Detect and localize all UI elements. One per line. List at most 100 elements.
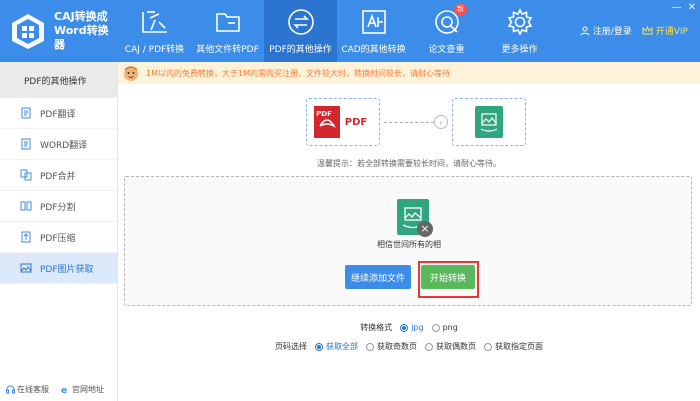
notice-text: 1M以内的免费转换，大于1M的需购买注册，文件较大时，转换时间较长，请耐心等待 xyxy=(146,68,450,78)
new-badge: 新 xyxy=(454,4,467,15)
sidebar-item-label: PDF翻译 xyxy=(40,109,76,120)
document-icon xyxy=(21,107,31,119)
nav-other-to-pdf[interactable]: 其他文件转PDF xyxy=(191,0,264,62)
nav-cad-ops[interactable]: CAD的其他转换 xyxy=(337,0,410,62)
top-bar: CAJ转换成 Word转换 器 CAJ / PDF转换 其他文件转PDF PDF… xyxy=(0,0,700,62)
option-label: jpg xyxy=(411,323,424,332)
option-label: 获取全部 xyxy=(326,342,358,351)
vip-link[interactable]: 开通VIP xyxy=(642,24,688,37)
nav-label: 其他文件转PDF xyxy=(196,45,259,55)
app-title: CAJ转换成 Word转换 器 xyxy=(54,10,109,51)
nav-more-ops[interactable]: 更多操作 xyxy=(483,0,556,62)
radio-button[interactable] xyxy=(315,342,323,351)
format-label: 转换格式 xyxy=(360,323,393,332)
add-more-files-button[interactable]: 继续添加文件 xyxy=(345,265,411,289)
nav-label: 论文查重 xyxy=(428,45,465,55)
file-drop-zone[interactable]: × 相信世间所有的相 继续添加文件 开始转换 xyxy=(124,176,692,306)
vip-label: 开通VIP xyxy=(655,27,688,37)
sidebar: PDF的其他操作 PDF翻译 WORD翻译 PDF合并 PDF分割 PDF压缩 … xyxy=(0,62,118,401)
app-logo-icon xyxy=(12,14,44,49)
sidebar-item-label: PDF压缩 xyxy=(40,233,76,244)
start-button-highlight xyxy=(418,261,479,298)
arrow-right-icon: › xyxy=(434,115,448,129)
file-name: 相信世间所有的相 xyxy=(377,240,441,249)
headset-icon xyxy=(6,385,15,394)
sidebar-item-label: PDF合并 xyxy=(40,171,76,182)
conversion-tip: 温馨提示：若全部转换需要较长时间，请耐心等待。 xyxy=(317,159,501,168)
notice-bar: 1M以内的免费转换，大于1M的需购买注册，文件较大时，转换时间较长，请耐心等待 xyxy=(118,62,700,84)
minimize-icon[interactable]: — xyxy=(672,2,682,13)
format-options: 转换格式 jpg png xyxy=(118,322,700,333)
source-format-box: PDF PDF xyxy=(306,98,380,146)
nav-label: 更多操作 xyxy=(501,45,538,55)
nav-label: CAJ / PDF转换 xyxy=(124,45,185,55)
option-label: 获取偶数页 xyxy=(436,342,476,351)
split-icon xyxy=(20,201,32,211)
exchange-icon xyxy=(287,9,314,35)
website-label: 官网地址 xyxy=(72,385,104,394)
sidebar-item-pdf-merge[interactable]: PDF合并 xyxy=(0,160,117,191)
radio-button[interactable] xyxy=(484,342,492,351)
image-icon xyxy=(20,263,32,273)
brand: CAJ转换成 Word转换 器 xyxy=(0,0,118,62)
nav-plagiarism-check[interactable]: 新 论文查重 xyxy=(410,0,483,62)
format-option-jpg[interactable]: jpg xyxy=(400,323,424,332)
radio-button[interactable] xyxy=(400,323,409,332)
nav-label: CAD的其他转换 xyxy=(341,45,406,55)
crown-icon xyxy=(642,25,653,34)
window-controls: — ✕ xyxy=(672,2,696,13)
page-option-specific[interactable]: 获取指定页面 xyxy=(484,341,543,352)
online-service-label: 在线客服 xyxy=(17,385,49,394)
target-format-box xyxy=(452,98,526,146)
online-service-link[interactable]: 在线客服 xyxy=(6,384,49,395)
svg-text:e: e xyxy=(61,386,67,394)
option-label: 获取奇数页 xyxy=(377,342,417,351)
radio-button[interactable] xyxy=(431,323,440,332)
radio-button[interactable] xyxy=(366,342,374,351)
document-icon xyxy=(21,138,31,150)
page-option-odd[interactable]: 获取奇数页 xyxy=(366,341,417,352)
gear-icon xyxy=(507,8,532,36)
sidebar-item-word-translate[interactable]: WORD翻译 xyxy=(0,129,117,160)
login-label: 注册/登录 xyxy=(592,27,632,37)
close-icon[interactable]: ✕ xyxy=(688,2,696,13)
sidebar-item-label: PDF图片获取 xyxy=(40,264,94,275)
sidebar-item-label: PDF分割 xyxy=(40,202,76,213)
page-option-even[interactable]: 获取偶数页 xyxy=(425,341,476,352)
flow-connector xyxy=(384,121,434,123)
cad-icon xyxy=(361,10,386,34)
radio-button[interactable] xyxy=(425,342,433,351)
user-icon xyxy=(580,26,590,36)
compress-icon xyxy=(21,231,31,243)
sidebar-item-pdf-split[interactable]: PDF分割 xyxy=(0,191,117,222)
page-options: 页码选择 获取全部 获取奇数页 获取偶数页 获取指定页面 xyxy=(118,341,700,352)
sidebar-item-pdf-translate[interactable]: PDF翻译 xyxy=(0,98,117,129)
source-format-label: PDF xyxy=(344,116,368,128)
ie-icon: e xyxy=(61,386,67,394)
folder-icon xyxy=(215,13,240,32)
option-label: 获取指定页面 xyxy=(495,342,543,351)
format-option-png[interactable]: png xyxy=(431,323,458,332)
sidebar-header: PDF的其他操作 xyxy=(0,62,117,98)
merge-icon xyxy=(20,169,32,181)
mascot-icon xyxy=(124,66,138,81)
sidebar-item-pdf-image-extract[interactable]: PDF图片获取 xyxy=(0,253,117,284)
sidebar-footer: 在线客服 e 官网地址 xyxy=(6,384,104,395)
nav-label: PDF的其他操作 xyxy=(269,45,332,55)
website-link[interactable]: e 官网地址 xyxy=(61,384,104,395)
main-nav: CAJ / PDF转换 其他文件转PDF PDF的其他操作 CAD的其他转换 新 xyxy=(118,0,556,62)
image-file-icon xyxy=(475,106,503,138)
page-option-all[interactable]: 获取全部 xyxy=(315,341,358,352)
remove-file-icon[interactable]: × xyxy=(417,221,433,237)
pages-label: 页码选择 xyxy=(275,342,307,351)
sidebar-item-label: WORD翻译 xyxy=(40,140,88,151)
caj-pdf-icon xyxy=(141,11,167,33)
pdf-small-label: PDF xyxy=(316,110,332,118)
sidebar-item-pdf-compress[interactable]: PDF压缩 xyxy=(0,222,117,253)
conversion-flow: PDF PDF › xyxy=(306,98,526,146)
login-link[interactable]: 注册/登录 xyxy=(580,24,632,37)
nav-pdf-other-ops[interactable]: PDF的其他操作 xyxy=(264,0,337,62)
nav-caj-pdf[interactable]: CAJ / PDF转换 xyxy=(118,0,191,62)
option-label: png xyxy=(442,323,458,332)
account-area: 注册/登录 开通VIP xyxy=(580,24,688,37)
